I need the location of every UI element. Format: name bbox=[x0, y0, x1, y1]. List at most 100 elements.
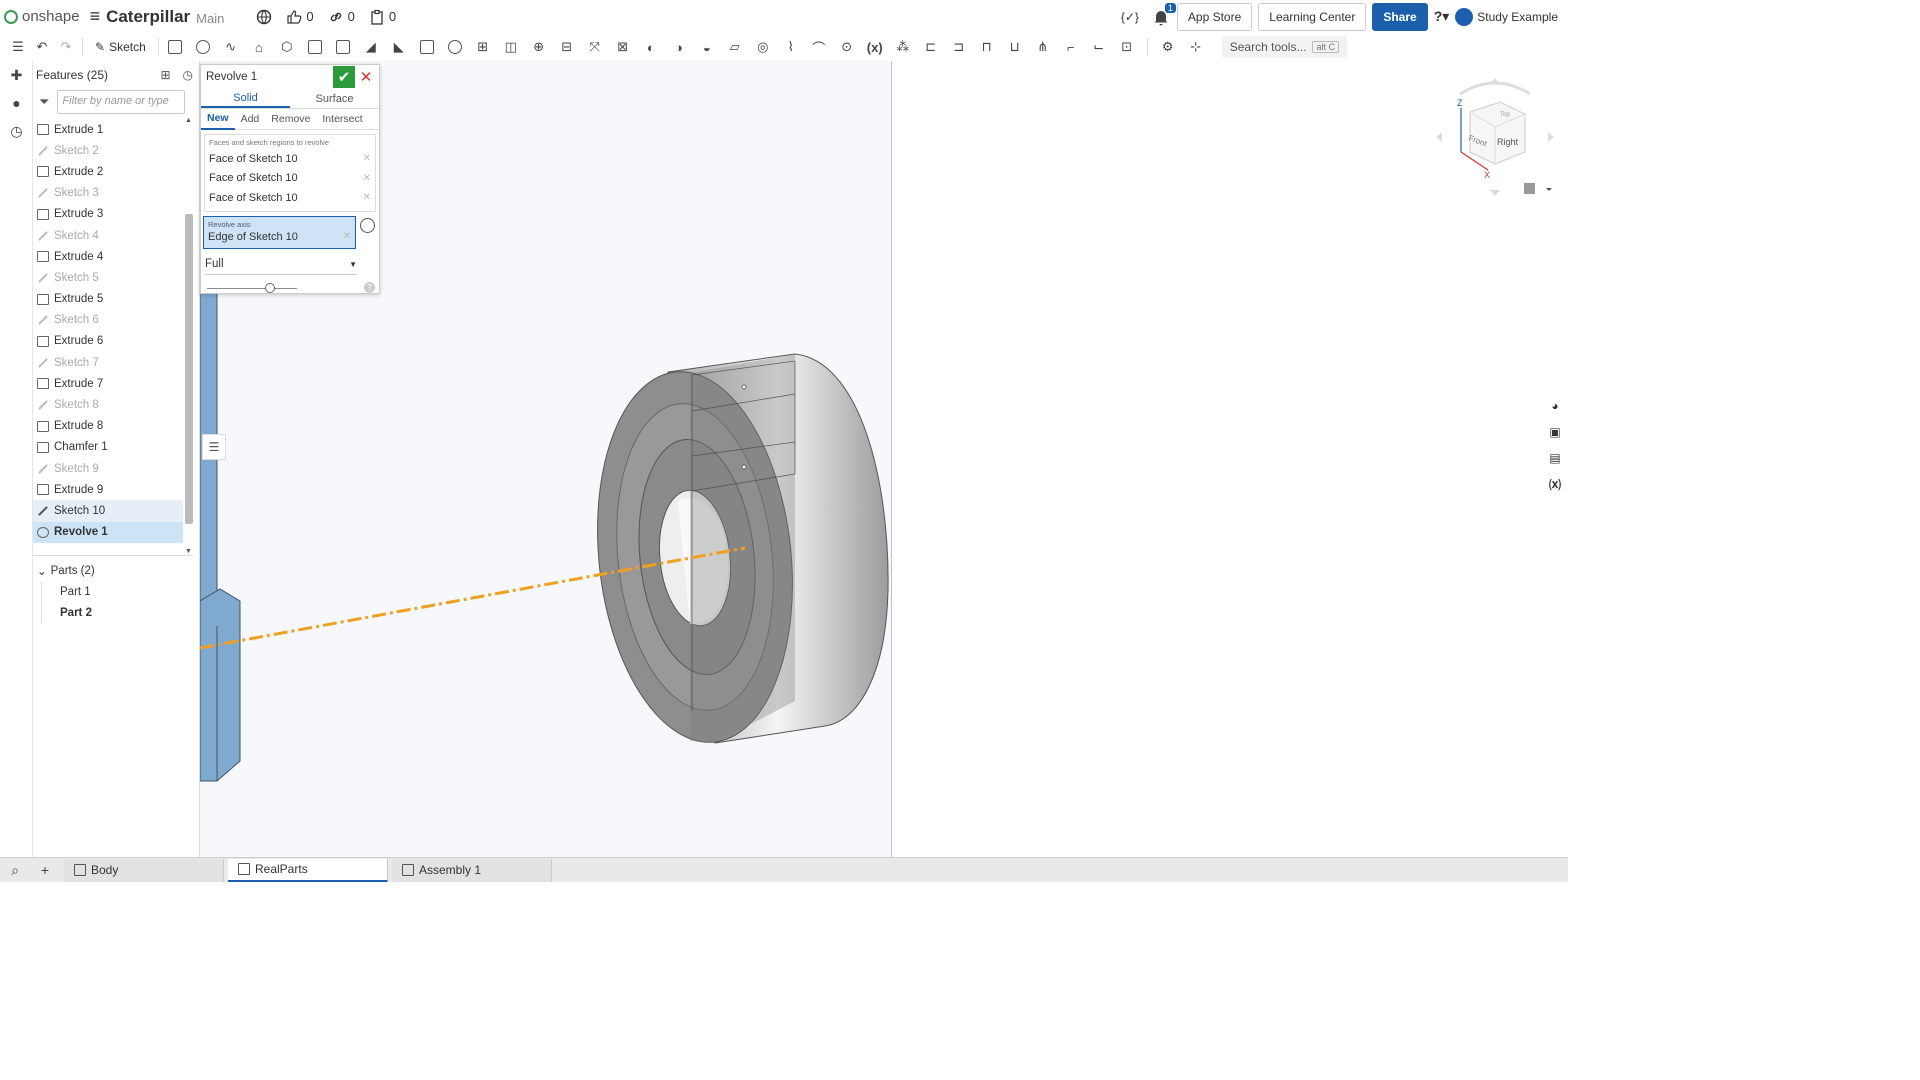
boolean-icon[interactable]: ⊕ bbox=[527, 36, 551, 58]
redo-icon[interactable]: ↷ bbox=[54, 36, 78, 58]
op-intersect[interactable]: Intersect bbox=[316, 109, 368, 130]
part-item[interactable]: Part 2 bbox=[41, 602, 193, 623]
sweep-icon[interactable]: ∿ bbox=[219, 36, 243, 58]
tab-solid[interactable]: Solid bbox=[201, 89, 290, 108]
feature-item[interactable]: Sketch 9 bbox=[33, 458, 183, 479]
preview-slider[interactable]: ? bbox=[205, 281, 375, 295]
sketch-button[interactable]: ✎ Sketch bbox=[87, 40, 154, 54]
view-options-cube-icon[interactable] bbox=[1524, 183, 1535, 194]
revolve-type-select[interactable]: Full ▼ bbox=[205, 255, 357, 275]
public-globe-icon[interactable] bbox=[256, 9, 272, 25]
curve-icon[interactable]: ⌒ bbox=[807, 36, 831, 58]
feature-item[interactable]: Sketch 10 bbox=[33, 500, 183, 522]
rollback-timer-icon[interactable]: ◷ bbox=[183, 68, 193, 82]
help-icon[interactable]: ?▾ bbox=[1434, 8, 1450, 25]
form-icon[interactable]: ⋔ bbox=[1031, 36, 1055, 58]
tab-icon[interactable]: ⊓ bbox=[975, 36, 999, 58]
feature-item[interactable]: Extrude 1 bbox=[33, 119, 183, 140]
slider-knob[interactable] bbox=[265, 282, 275, 293]
replace-face-icon[interactable]: ◑ bbox=[667, 36, 691, 58]
feature-item[interactable]: Sketch 6 bbox=[33, 310, 183, 331]
feature-item[interactable]: Sketch 4 bbox=[33, 225, 183, 246]
feature-item[interactable]: Revolve 1 bbox=[33, 521, 183, 543]
learning-center-button[interactable]: Learning Center bbox=[1258, 2, 1367, 31]
onshape-logo[interactable]: onshape bbox=[4, 8, 80, 25]
flip-direction-icon[interactable] bbox=[360, 217, 375, 233]
tab-body[interactable]: Body bbox=[64, 858, 224, 882]
split-icon[interactable]: ⊟ bbox=[555, 36, 579, 58]
feature-item[interactable]: Sketch 5 bbox=[33, 267, 183, 288]
chamfer-icon[interactable] bbox=[331, 36, 355, 58]
draft-icon[interactable]: ◢ bbox=[359, 36, 383, 58]
feature-list-expand-icon[interactable]: ☰ bbox=[202, 434, 226, 460]
helix-icon[interactable]: ⌇ bbox=[779, 36, 803, 58]
feature-item[interactable]: Extrude 3 bbox=[33, 204, 183, 225]
mirror-icon[interactable]: ◫ bbox=[499, 36, 523, 58]
configurations-icon[interactable]: ▤ bbox=[1543, 445, 1567, 471]
copies-button[interactable]: 0 bbox=[369, 9, 396, 25]
add-feature-icon[interactable]: ✚ bbox=[0, 61, 33, 89]
offset-surface-icon[interactable]: ◒ bbox=[695, 36, 719, 58]
remove-axis-icon[interactable]: ✕ bbox=[343, 231, 351, 242]
help-icon[interactable]: ? bbox=[364, 281, 375, 293]
feature-item[interactable]: Extrude 6 bbox=[33, 331, 183, 352]
feature-item[interactable]: Extrude 2 bbox=[33, 161, 183, 182]
revolve-axis-field[interactable]: Revolve axis Edge of Sketch 10 ✕ bbox=[203, 215, 356, 249]
delete-part-icon[interactable]: ⊠ bbox=[611, 36, 635, 58]
op-remove[interactable]: Remove bbox=[265, 109, 316, 130]
remove-selection-icon[interactable]: ✕ bbox=[363, 173, 371, 184]
add-folder-icon[interactable]: ⊞ bbox=[160, 68, 170, 82]
feature-list-scrollbar[interactable]: ▲ ▼ bbox=[185, 117, 193, 555]
feature-item[interactable]: Chamfer 1 bbox=[33, 437, 183, 458]
modify-fillet-icon[interactable]: ◐ bbox=[639, 36, 663, 58]
comments-icon[interactable]: ● bbox=[0, 89, 33, 117]
history-timer-icon[interactable]: ◷ bbox=[0, 117, 33, 145]
pattern-icon[interactable]: ⊞ bbox=[471, 36, 495, 58]
bend-icon[interactable]: ⊔ bbox=[1003, 36, 1027, 58]
part-item[interactable]: Part 1 bbox=[41, 581, 193, 602]
cancel-close-icon[interactable]: ✕ bbox=[357, 66, 375, 88]
selection-item[interactable]: Face of Sketch 10 ✕ bbox=[209, 169, 371, 189]
share-button[interactable]: Share bbox=[1372, 2, 1428, 31]
feature-item[interactable]: Extrude 9 bbox=[33, 479, 183, 500]
parts-header[interactable]: ⌄ Parts (2) bbox=[33, 560, 193, 581]
selection-item[interactable]: Face of Sketch 10 ✕ bbox=[209, 188, 371, 208]
shell-icon[interactable] bbox=[415, 36, 439, 58]
hem-icon[interactable]: ⊐ bbox=[947, 36, 971, 58]
measure-icon[interactable]: ⊙ bbox=[835, 36, 859, 58]
extrude-icon[interactable] bbox=[163, 36, 187, 58]
feature-item[interactable]: Extrude 8 bbox=[33, 416, 183, 437]
like-button[interactable]: 0 bbox=[286, 9, 314, 25]
rib-icon[interactable]: ◣ bbox=[387, 36, 411, 58]
cut-list-icon[interactable]: ⊡ bbox=[1115, 36, 1139, 58]
search-tools-button[interactable]: Search tools... alt C bbox=[1221, 36, 1347, 58]
feature-item[interactable]: Sketch 8 bbox=[33, 394, 183, 415]
custom-features-gear-icon[interactable]: ⚙ bbox=[1156, 36, 1180, 58]
sheet-metal-icon[interactable]: ⁂ bbox=[891, 36, 915, 58]
mate-connector-icon[interactable]: ◎ bbox=[751, 36, 775, 58]
feature-list-toggle-icon[interactable]: ☰ bbox=[6, 36, 30, 58]
add-custom-feature-icon[interactable]: ⊹ bbox=[1184, 36, 1208, 58]
op-new[interactable]: New bbox=[201, 109, 235, 130]
remove-selection-icon[interactable]: ✕ bbox=[363, 192, 371, 203]
revolve-preview-body[interactable] bbox=[580, 353, 889, 752]
variables-icon[interactable]: {✓} bbox=[1121, 10, 1139, 24]
plane-icon[interactable]: ▱ bbox=[723, 36, 747, 58]
thicken-icon[interactable]: ⬡ bbox=[275, 36, 299, 58]
selection-item[interactable]: Face of Sketch 10 ✕ bbox=[209, 149, 371, 169]
feature-item[interactable]: Extrude 7 bbox=[33, 373, 183, 394]
feature-item[interactable]: Sketch 7 bbox=[33, 352, 183, 373]
tab-surface[interactable]: Surface bbox=[290, 89, 379, 108]
undo-icon[interactable]: ↶ bbox=[30, 36, 54, 58]
add-tab-icon[interactable]: + bbox=[30, 862, 60, 878]
bom-icon[interactable]: ▣ bbox=[1543, 419, 1567, 445]
view-cube[interactable]: Top Front Right Z X bbox=[1430, 72, 1560, 202]
frame-icon[interactable]: ⌐ bbox=[1059, 36, 1083, 58]
part-1-body[interactable] bbox=[200, 290, 241, 782]
user-menu[interactable]: Study Example bbox=[1455, 7, 1558, 26]
document-menu-icon[interactable]: ≡ bbox=[90, 6, 101, 27]
tab-search-icon[interactable]: ⌕ bbox=[0, 862, 30, 879]
branch-name[interactable]: Main bbox=[196, 11, 224, 26]
links-button[interactable]: 0 bbox=[328, 9, 355, 25]
transform-icon[interactable]: ⤧ bbox=[583, 36, 607, 58]
